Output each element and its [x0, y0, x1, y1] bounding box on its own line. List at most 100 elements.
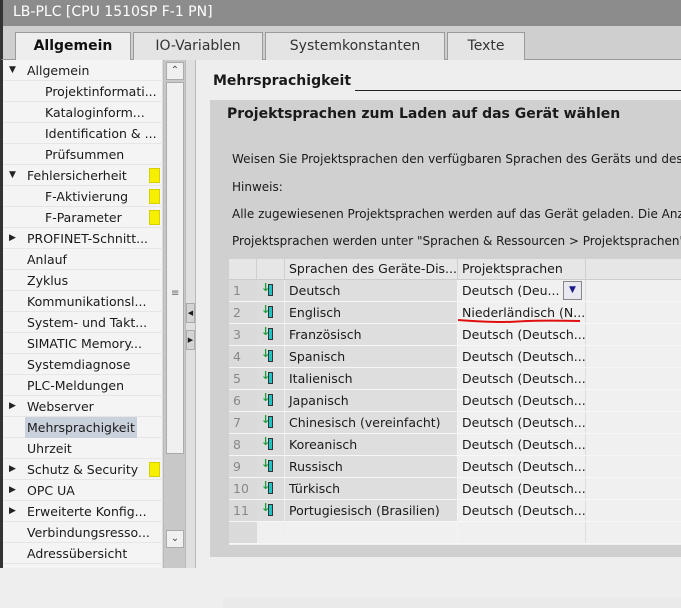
collapsed-arrow-icon[interactable]: ▶: [9, 501, 16, 522]
tree-vertical-scrollbar[interactable]: ⌃ ⌄: [163, 60, 185, 568]
download-device-icon: ↓: [261, 369, 275, 385]
empty-cell: [458, 522, 586, 543]
tree-item[interactable]: Prüfsummen: [3, 144, 163, 165]
tree-item[interactable]: Identification & ...: [3, 123, 163, 144]
project-language-value: Deutsch (Deutsch...: [462, 349, 586, 364]
download-device-icon: ↓: [261, 391, 275, 407]
tree-item[interactable]: Anlauf: [3, 249, 163, 270]
table-row[interactable]: 4 ↓ Spanisch Deutsch (Deutsch...: [229, 346, 681, 368]
row-number: 3: [229, 324, 257, 345]
tree-item[interactable]: PLC-Meldungen: [3, 375, 163, 396]
window-title: LB-PLC [CPU 1510SP F-1 PN]: [0, 0, 681, 26]
table-row[interactable]: 5 ↓ Italienisch Deutsch (Deutsch...: [229, 368, 681, 390]
tree-item[interactable]: Kataloginform...: [3, 102, 163, 123]
tree-item[interactable]: Kommunikationsl...: [3, 291, 163, 312]
dropdown-arrow-button[interactable]: ▼: [563, 281, 582, 300]
scroll-up-button[interactable]: ⌃: [166, 62, 184, 80]
header-project-languages[interactable]: Projektsprachen: [458, 259, 586, 280]
content-pane: Mehrsprachigkeit Projektsprachen zum Lad…: [197, 60, 681, 608]
warning-marker-icon: [149, 189, 160, 204]
project-language-value: Deutsch (Deutsch...: [462, 503, 586, 518]
scroll-down-button[interactable]: ⌄: [166, 530, 184, 548]
row-number: 7: [229, 412, 257, 433]
project-language-select[interactable]: Deutsch (Deutsch...: [458, 456, 586, 477]
panel-title: Projektsprachen zum Laden auf das Gerät …: [227, 106, 621, 122]
device-language: Türkisch: [285, 478, 458, 499]
table-row[interactable]: 9 ↓ Russisch Deutsch (Deutsch...: [229, 456, 681, 478]
collapsed-arrow-icon[interactable]: ▶: [9, 480, 16, 501]
tree-item[interactable]: Systemdiagnose: [3, 354, 163, 375]
expand-right-button[interactable]: ▶: [186, 330, 195, 350]
tree-item[interactable]: F-Aktivierung: [3, 186, 163, 207]
table-row[interactable]: 8 ↓ Koreanisch Deutsch (Deutsch...: [229, 434, 681, 456]
description-text: Weisen Sie Projektsprachen den verfügbar…: [232, 152, 681, 166]
tree-item-label: Projektinformati...: [45, 84, 157, 99]
tab-allgemein[interactable]: Allgemein: [15, 32, 131, 61]
download-device-icon: ↓: [261, 303, 275, 319]
collapse-left-button[interactable]: ◀: [186, 303, 195, 323]
warning-marker-icon: [149, 462, 160, 477]
tree-item[interactable]: ▶ Erweiterte Konfig...: [3, 501, 163, 522]
table-row[interactable]: 11 ↓ Portugiesisch (Brasilien) Deutsch (Deu…: [229, 500, 681, 522]
tree-item[interactable]: Verbindungsresso...: [3, 522, 163, 543]
tree-item[interactable]: ▼ Allgemein: [3, 60, 163, 81]
device-language: Koreanisch: [285, 434, 458, 455]
tree-item-label: Kommunikationsl...: [27, 294, 147, 309]
tree-item[interactable]: Adressübersicht: [3, 543, 163, 564]
project-language-select[interactable]: Deutsch (Deu... ▼: [458, 280, 586, 301]
tree-item[interactable]: Zyklus: [3, 270, 163, 291]
device-language: Spanisch: [285, 346, 458, 367]
tree-item[interactable]: SIMATIC Memory...: [3, 333, 163, 354]
collapsed-arrow-icon[interactable]: ▶: [9, 396, 16, 417]
tree-item[interactable]: ▼ Fehlersicherheit: [3, 165, 163, 186]
project-language-select[interactable]: Deutsch (Deutsch...: [458, 368, 586, 389]
empty-table-row[interactable]: [229, 522, 681, 544]
tree-item[interactable]: ▶ Webserver: [3, 396, 163, 417]
project-language-select[interactable]: Deutsch (Deutsch...: [458, 478, 586, 499]
scroll-thumb[interactable]: [166, 82, 184, 454]
project-language-value: Niederländisch (N...: [462, 305, 586, 320]
tab-texte[interactable]: Texte: [447, 32, 525, 60]
download-device-icon: ↓: [261, 413, 275, 429]
project-language-select[interactable]: Deutsch (Deutsch...: [458, 346, 586, 367]
tree-item[interactable]: ▶ OPC UA: [3, 480, 163, 501]
collapsed-arrow-icon[interactable]: ▶: [9, 228, 16, 249]
project-language-select[interactable]: Deutsch (Deutsch...: [458, 324, 586, 345]
expanded-arrow-icon[interactable]: ▼: [9, 60, 16, 81]
pane-splitter[interactable]: ≡ ◀ ▶: [171, 60, 196, 568]
tree-item[interactable]: ▶ PROFINET-Schnitt...: [3, 228, 163, 249]
language-table: Sprachen des Geräte-Dis... Projektsprach…: [229, 259, 681, 545]
table-row[interactable]: 6 ↓ Japanisch Deutsch (Deutsch...: [229, 390, 681, 412]
project-language-select[interactable]: Niederländisch (N...: [458, 302, 586, 323]
tree-item[interactable]: ▶ Schutz & Security: [3, 459, 163, 480]
project-language-select[interactable]: Deutsch (Deutsch...: [458, 390, 586, 411]
empty-cell: [285, 522, 458, 543]
tab-io-variablen[interactable]: IO-Variablen: [133, 32, 263, 60]
device-language: Französisch: [285, 324, 458, 345]
tree-item-label: Systemdiagnose: [27, 357, 131, 372]
tree-item[interactable]: Mehrsprachigkeit: [3, 417, 163, 438]
table-row[interactable]: 3 ↓ Französisch Deutsch (Deutsch...: [229, 324, 681, 346]
hint-text: Alle zugewiesenen Projektsprachen werden…: [232, 207, 681, 221]
project-language-select[interactable]: Deutsch (Deutsch...: [458, 500, 586, 521]
table-row[interactable]: 1 ↓ Deutsch Deutsch (Deu... ▼: [229, 280, 681, 302]
tree-item[interactable]: Projektinformati...: [3, 81, 163, 102]
tree-item[interactable]: System- und Takt...: [3, 312, 163, 333]
load-icon-cell: ↓: [257, 500, 285, 521]
table-row[interactable]: 7 ↓ Chinesisch (vereinfacht) Deutsch (Deuts…: [229, 412, 681, 434]
collapsed-arrow-icon[interactable]: ▶: [9, 459, 16, 480]
table-row[interactable]: 10 ↓ Türkisch Deutsch (Deutsch...: [229, 478, 681, 500]
tree-item-label: F-Aktivierung: [45, 189, 129, 204]
tree-item[interactable]: Uhrzeit: [3, 438, 163, 459]
project-language-select[interactable]: Deutsch (Deutsch...: [458, 412, 586, 433]
tree-item[interactable]: F-Parameter: [3, 207, 163, 228]
project-language-select[interactable]: Deutsch (Deutsch...: [458, 434, 586, 455]
table-row[interactable]: 2 ↓ Englisch Niederländisch (N...: [229, 302, 681, 324]
header-device-languages[interactable]: Sprachen des Geräte-Dis...: [285, 259, 458, 280]
load-icon-cell: ↓: [257, 434, 285, 455]
device-language: Englisch: [285, 302, 458, 323]
expanded-arrow-icon[interactable]: ▼: [9, 165, 16, 186]
project-language-value: Deutsch (Deutsch...: [462, 393, 586, 408]
tab-systemkonstanten[interactable]: Systemkonstanten: [265, 32, 445, 60]
device-language: Deutsch: [285, 280, 458, 301]
